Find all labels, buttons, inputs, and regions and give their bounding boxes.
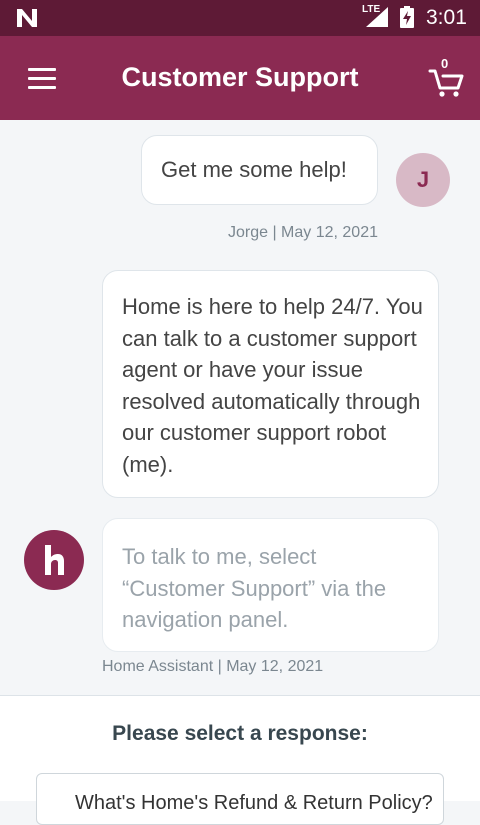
clock: 3:01 <box>426 6 467 29</box>
message-text: To talk to me, select “Customer Support”… <box>122 544 387 633</box>
user-avatar: J <box>396 153 450 207</box>
cart-button[interactable]: 0 <box>428 56 464 98</box>
user-message-bubble: Get me some help! <box>141 135 378 205</box>
cart-icon <box>428 69 464 97</box>
message-meta: Home Assistant | May 12, 2021 <box>102 658 324 675</box>
response-panel-title: Please select a response: <box>112 722 368 745</box>
signal-icon <box>366 7 388 27</box>
bot-message-bubble: To talk to me, select “Customer Support”… <box>102 518 439 652</box>
battery-charging-icon <box>400 6 414 28</box>
message-text: Home is here to help 24/7. You can talk … <box>122 294 423 477</box>
status-bar: LTE 3:01 <box>0 0 480 36</box>
app-bar: Customer Support 0 <box>0 36 480 120</box>
android-n-icon <box>17 9 37 27</box>
response-option-button[interactable]: What's Home's Refund & Return Policy? <box>36 773 444 825</box>
message-meta: Jorge | May 12, 2021 <box>227 224 378 241</box>
response-panel: Please select a response: What's Home's … <box>0 695 480 825</box>
message-text: Get me some help! <box>161 157 347 182</box>
response-option-label: What's Home's Refund & Return Policy? <box>75 792 433 814</box>
home-logo-icon <box>45 545 64 575</box>
page-title: Customer Support <box>121 62 359 92</box>
bot-message-bubble: Home is here to help 24/7. You can talk … <box>102 270 439 498</box>
bot-avatar <box>24 530 84 590</box>
